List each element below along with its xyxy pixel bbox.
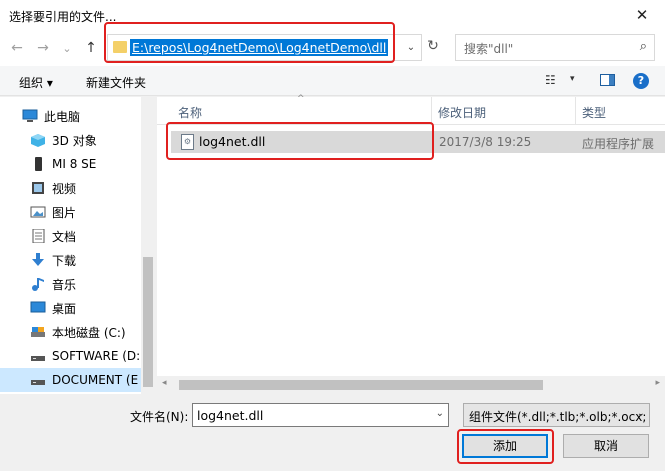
navigation-pane: 此电脑 3D 对象 MI 8 SE 视频 图片 文档 下载 音乐 桌面 本地磁盘…	[0, 97, 155, 394]
sidebar-item-label: 本地磁盘 (C:)	[52, 325, 126, 340]
new-folder-button[interactable]: 新建文件夹	[86, 74, 146, 91]
sidebar-scroll-thumb[interactable]	[143, 257, 153, 387]
sidebar-item-3d-objects[interactable]: 3D 对象	[0, 128, 141, 152]
drive-icon	[30, 349, 46, 363]
search-input[interactable]: 搜索"dll" ⌕	[455, 34, 655, 61]
column-date[interactable]: 修改日期	[438, 104, 486, 121]
column-type[interactable]: 类型	[582, 104, 606, 121]
cube-icon	[30, 133, 46, 147]
column-divider[interactable]	[431, 97, 432, 125]
sidebar-item-drive-d[interactable]: SOFTWARE (D:	[0, 344, 141, 368]
pc-icon	[22, 109, 38, 123]
drive-icon	[30, 325, 46, 339]
sidebar-item-music[interactable]: 音乐	[0, 272, 141, 296]
search-icon[interactable]: ⌕	[640, 39, 647, 54]
close-button[interactable]: ✕	[619, 0, 665, 30]
back-arrow-icon[interactable]: ←	[8, 38, 26, 58]
sort-arrow-icon: ^	[297, 94, 305, 104]
forward-arrow-icon[interactable]: →	[34, 38, 52, 58]
sidebar-item-label: DOCUMENT (E	[52, 373, 139, 387]
sidebar-item-phone[interactable]: MI 8 SE	[0, 152, 141, 176]
drive-icon	[30, 373, 46, 387]
sidebar-item-label: 音乐	[52, 277, 77, 292]
toolbar: 组织 ▾ 新建文件夹 ☷ ▾ ?	[0, 66, 665, 96]
desktop-icon	[30, 301, 46, 315]
video-icon	[30, 181, 46, 195]
sidebar-item-label: 3D 对象	[52, 133, 97, 148]
sidebar-item-drive-e[interactable]: DOCUMENT (E	[0, 368, 141, 392]
refresh-icon[interactable]: ↻	[424, 38, 442, 58]
horizontal-scroll-thumb[interactable]	[179, 380, 543, 390]
column-name[interactable]: 名称	[178, 104, 202, 121]
sidebar-item-label: 图片	[52, 205, 77, 220]
download-icon	[30, 253, 46, 267]
add-highlight-box	[457, 429, 554, 464]
file-highlight-box	[166, 122, 434, 160]
horizontal-scrollbar[interactable]: ◂ ▸	[157, 376, 665, 394]
search-placeholder: 搜索"dll"	[464, 42, 514, 56]
filter-value: 组件文件(*.dll;*.tlb;*.olb;*.ocx;	[469, 410, 647, 424]
sidebar-item-pictures[interactable]: 图片	[0, 200, 141, 224]
address-dropdown-icon[interactable]: ⌄	[404, 40, 418, 56]
filter-dropdown-icon[interactable]: ⌄	[637, 408, 645, 419]
help-icon[interactable]: ?	[633, 73, 649, 89]
sidebar-item-label: 下载	[52, 253, 77, 268]
sidebar-item-this-pc[interactable]: 此电脑	[0, 104, 141, 128]
sidebar-item-label: 桌面	[52, 301, 77, 316]
sidebar-item-desktop[interactable]: 桌面	[0, 296, 141, 320]
sidebar-item-drive-c[interactable]: 本地磁盘 (C:)	[0, 320, 141, 344]
scroll-right-icon[interactable]: ▸	[655, 378, 660, 388]
view-dropdown-icon[interactable]: ▾	[570, 74, 575, 84]
filename-label: 文件名(N):	[130, 410, 189, 424]
sidebar-item-label: 文档	[52, 229, 77, 244]
sidebar-item-label: MI 8 SE	[52, 157, 97, 171]
column-divider[interactable]	[575, 97, 576, 125]
file-type: 应用程序扩展	[582, 137, 655, 151]
window-title: 选择要引用的文件...	[9, 10, 117, 24]
file-date: 2017/3/8 19:25	[439, 135, 532, 149]
organize-menu[interactable]: 组织 ▾	[19, 74, 53, 91]
picture-icon	[30, 205, 46, 219]
sidebar-item-label: 此电脑	[44, 109, 81, 124]
phone-icon	[30, 157, 46, 171]
sidebar-item-label: 视频	[52, 181, 77, 196]
music-icon	[30, 277, 46, 291]
up-folder-icon[interactable]: ↑	[82, 38, 100, 58]
sidebar-item-label: SOFTWARE (D:	[52, 349, 141, 363]
document-icon	[30, 229, 46, 243]
filename-value[interactable]: log4net.dll	[197, 408, 263, 423]
column-header: ^ 名称 修改日期 类型	[157, 94, 665, 125]
sidebar-item-videos[interactable]: 视频	[0, 176, 141, 200]
filename-dropdown-icon[interactable]: ⌄	[436, 408, 444, 419]
cancel-button[interactable]: 取消	[563, 434, 649, 458]
filename-input[interactable]: log4net.dll ⌄	[192, 403, 449, 427]
sidebar-item-documents[interactable]: 文档	[0, 224, 141, 248]
scroll-left-icon[interactable]: ◂	[162, 378, 167, 388]
preview-pane-icon[interactable]	[600, 74, 615, 86]
recent-locations-icon[interactable]: ⌄	[58, 38, 76, 58]
view-options-icon[interactable]: ☷	[545, 73, 556, 87]
sidebar-item-downloads[interactable]: 下载	[0, 248, 141, 272]
file-type-filter[interactable]: 组件文件(*.dll;*.tlb;*.olb;*.ocx; ⌄	[463, 403, 650, 427]
address-highlight-box	[104, 22, 395, 63]
